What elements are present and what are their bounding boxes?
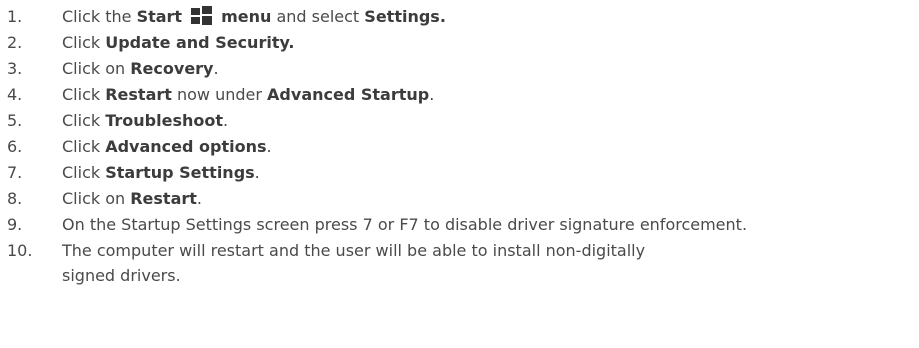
step-number: 6. (7, 137, 23, 156)
windows-logo-icon (191, 6, 213, 25)
step-9: 9. On the Startup Settings screen press … (0, 212, 919, 238)
step-text: The computer will restart and the user w… (62, 241, 646, 285)
instruction-list: 1. Click the Start menu and select Settin… (0, 4, 919, 288)
step-3: 3. Click on Recovery. (0, 56, 919, 82)
step-10: 10. The computer will restart and the us… (0, 238, 919, 288)
step-text: Click on Recovery. (62, 59, 219, 78)
step-6: 6. Click Advanced options. (0, 134, 919, 160)
step-2: 2. Click Update and Security. (0, 30, 919, 56)
settings-label: Settings. (364, 7, 446, 26)
step-text: Click Startup Settings. (62, 163, 260, 182)
step-number: 9. (7, 215, 23, 234)
menu-label: menu (221, 7, 272, 26)
step-number: 1. (7, 7, 23, 26)
step-number: 10. (7, 241, 33, 260)
step-text: Click Restart now under Advanced Startup… (62, 85, 435, 104)
step-5: 5. Click Troubleshoot. (0, 108, 919, 134)
step-7: 7. Click Startup Settings. (0, 160, 919, 186)
step-number: 4. (7, 85, 23, 104)
step-number: 7. (7, 163, 23, 182)
step-number: 5. (7, 111, 23, 130)
start-label: Start (136, 7, 183, 26)
step-4: 4. Click Restart now under Advanced Star… (0, 82, 919, 108)
step-text: Click the Start menu and select Settings. (62, 6, 446, 26)
step-1: 1. Click the Start menu and select Settin… (0, 4, 919, 30)
step-text: Click Update and Security. (62, 33, 295, 52)
step-number: 8. (7, 189, 23, 208)
step-text: On the Startup Settings screen press 7 o… (62, 215, 748, 234)
step-number: 3. (7, 59, 23, 78)
step-8: 8. Click on Restart. (0, 186, 919, 212)
step-text: Click Troubleshoot. (62, 111, 229, 130)
step-text: Click Advanced options. (62, 137, 272, 156)
step-text: Click on Restart. (62, 189, 203, 208)
step-number: 2. (7, 33, 23, 52)
